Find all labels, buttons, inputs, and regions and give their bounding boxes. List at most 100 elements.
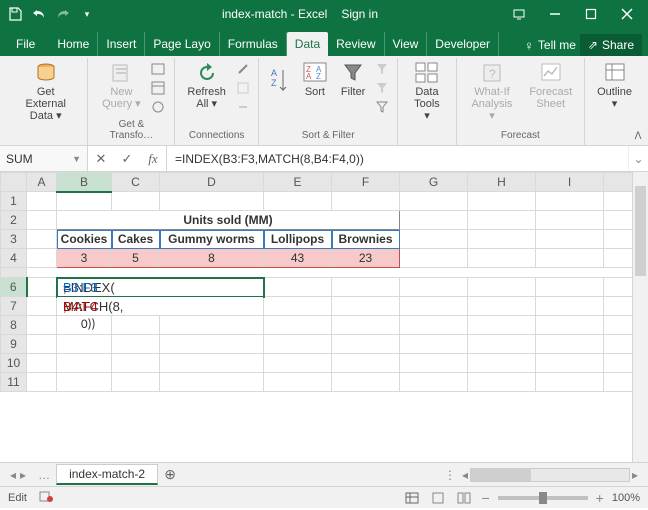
tab-formulas[interactable]: Formulas [220, 32, 287, 56]
col-header[interactable]: G [400, 173, 468, 192]
share-button[interactable]: ⇗ Share [580, 34, 642, 56]
name-box-dropdown-icon[interactable]: ▼ [72, 154, 81, 164]
row-header[interactable]: 4 [1, 249, 27, 268]
collapse-ribbon-icon[interactable]: ᐱ [630, 129, 646, 143]
hscroll-left-icon[interactable]: ◂ [460, 468, 470, 482]
row-header[interactable]: 6 [1, 278, 27, 297]
data-cell[interactable]: 5 [112, 249, 160, 268]
refresh-all-button[interactable]: Refresh All ▾ [183, 60, 230, 112]
row-header[interactable]: 3 [1, 230, 27, 249]
grid[interactable]: A B C D E F G H I 1 2 Units sold (MM) 3 … [0, 172, 648, 392]
tab-file[interactable]: File [6, 32, 49, 56]
column-header-cell[interactable]: Cookies [57, 230, 112, 249]
view-normal-icon[interactable] [403, 490, 421, 506]
tab-review[interactable]: Review [328, 32, 384, 56]
tab-developer[interactable]: Developer [427, 32, 499, 56]
enter-formula-icon[interactable]: ✓ [114, 151, 140, 167]
column-header-cell[interactable]: Gummy worms [160, 230, 264, 249]
forecast-sheet-button[interactable]: Forecast Sheet [525, 60, 576, 112]
tab-page-layout[interactable]: Page Layo [145, 32, 219, 56]
formula-cell[interactable]: MATCH(8,B4:F4, [57, 297, 264, 316]
row-header[interactable]: 1 [1, 192, 27, 211]
col-header[interactable]: C [112, 173, 160, 192]
col-header[interactable]: H [468, 173, 536, 192]
sheet-tab-active[interactable]: index-match-2 [56, 464, 158, 485]
row-header[interactable]: 10 [1, 354, 27, 373]
get-external-data-button[interactable]: Get External Data ▾ [12, 60, 79, 124]
sort-az-button[interactable]: AZ [267, 60, 293, 100]
zoom-slider[interactable] [498, 496, 588, 500]
qat-customize-icon[interactable]: ▾ [76, 3, 98, 25]
table-title[interactable]: Units sold (MM) [57, 211, 400, 230]
whatif-button[interactable]: ? What-If Analysis ▾ [465, 60, 520, 124]
col-header[interactable]: F [332, 173, 400, 192]
zoom-out-icon[interactable]: − [481, 490, 489, 506]
row-header[interactable]: 8 [1, 316, 27, 335]
row-header[interactable] [1, 268, 27, 278]
show-queries-icon[interactable] [151, 60, 165, 78]
macro-record-icon[interactable] [39, 489, 53, 506]
vertical-scrollbar[interactable] [632, 172, 648, 462]
col-header[interactable]: A [27, 173, 57, 192]
formula-bar-expand-icon[interactable]: ⌄ [628, 146, 648, 171]
minimize-icon[interactable] [538, 3, 572, 25]
column-header-cell[interactable]: Cakes [112, 230, 160, 249]
ribbon-options-icon[interactable] [502, 3, 536, 25]
tab-home[interactable]: Home [49, 32, 98, 56]
recent-sources-icon[interactable] [151, 98, 165, 116]
sort-button[interactable]: ZAAZ Sort [299, 60, 331, 100]
formula-cell[interactable]: =INDEX(B3:F3, [57, 278, 264, 297]
select-all-corner[interactable] [1, 173, 27, 192]
maximize-icon[interactable] [574, 3, 608, 25]
data-cell[interactable]: 8 [160, 249, 264, 268]
outline-button[interactable]: Outline ▾ [593, 60, 636, 112]
sign-in-link[interactable]: Sign in [341, 7, 378, 21]
formula-cell[interactable]: 0)) [57, 316, 112, 335]
filter-button[interactable]: Filter [337, 60, 369, 100]
row-header[interactable]: 11 [1, 373, 27, 392]
row-header[interactable]: 9 [1, 335, 27, 354]
properties-icon[interactable] [236, 79, 250, 97]
zoom-in-icon[interactable]: + [596, 490, 604, 506]
new-sheet-icon[interactable]: ⊕ [158, 466, 182, 483]
tab-view[interactable]: View [385, 32, 428, 56]
column-header-cell[interactable]: Brownies [332, 230, 400, 249]
connections-icon[interactable] [236, 60, 250, 78]
horizontal-scrollbar[interactable] [470, 468, 630, 482]
formula-input[interactable]: =INDEX(B3:F3,MATCH(8,B4:F4,0)) [167, 146, 628, 171]
tab-data[interactable]: Data [287, 32, 328, 56]
close-icon[interactable] [610, 3, 644, 25]
data-cell[interactable]: 3 [57, 249, 112, 268]
name-box[interactable]: SUM ▼ [0, 146, 88, 171]
advanced-icon[interactable] [375, 98, 389, 116]
data-cell[interactable]: 43 [264, 249, 332, 268]
save-icon[interactable] [4, 3, 26, 25]
view-page-break-icon[interactable] [455, 490, 473, 506]
sheet-ellipsis[interactable]: … [32, 468, 56, 482]
new-query-button[interactable]: New Query ▾ [98, 60, 145, 112]
zoom-level[interactable]: 100% [612, 492, 640, 504]
column-header-cell[interactable]: Lollipops [264, 230, 332, 249]
undo-icon[interactable] [28, 3, 50, 25]
col-header[interactable]: I [536, 173, 604, 192]
tell-me[interactable]: Tell me [538, 38, 576, 52]
sheet-nav-prev-icon[interactable]: ◂ [10, 468, 16, 482]
col-header[interactable]: B [57, 173, 112, 192]
view-page-layout-icon[interactable] [429, 490, 447, 506]
redo-icon[interactable] [52, 3, 74, 25]
data-tools-button[interactable]: Data Tools ▾ [406, 60, 447, 124]
sheet-nav-next-icon[interactable]: ▸ [20, 468, 26, 482]
tab-insert[interactable]: Insert [98, 32, 145, 56]
cancel-formula-icon[interactable]: ✕ [88, 151, 114, 167]
col-header[interactable]: E [264, 173, 332, 192]
col-header[interactable]: D [160, 173, 264, 192]
reapply-icon[interactable] [375, 79, 389, 97]
hscroll-right-icon[interactable]: ▸ [630, 468, 640, 482]
row-header[interactable]: 7 [1, 297, 27, 316]
fx-icon[interactable]: fx [140, 151, 166, 167]
row-header[interactable]: 2 [1, 211, 27, 230]
from-table-icon[interactable] [151, 79, 165, 97]
clear-filter-icon[interactable] [375, 60, 389, 78]
edit-links-icon[interactable] [236, 98, 250, 116]
data-cell[interactable]: 23 [332, 249, 400, 268]
